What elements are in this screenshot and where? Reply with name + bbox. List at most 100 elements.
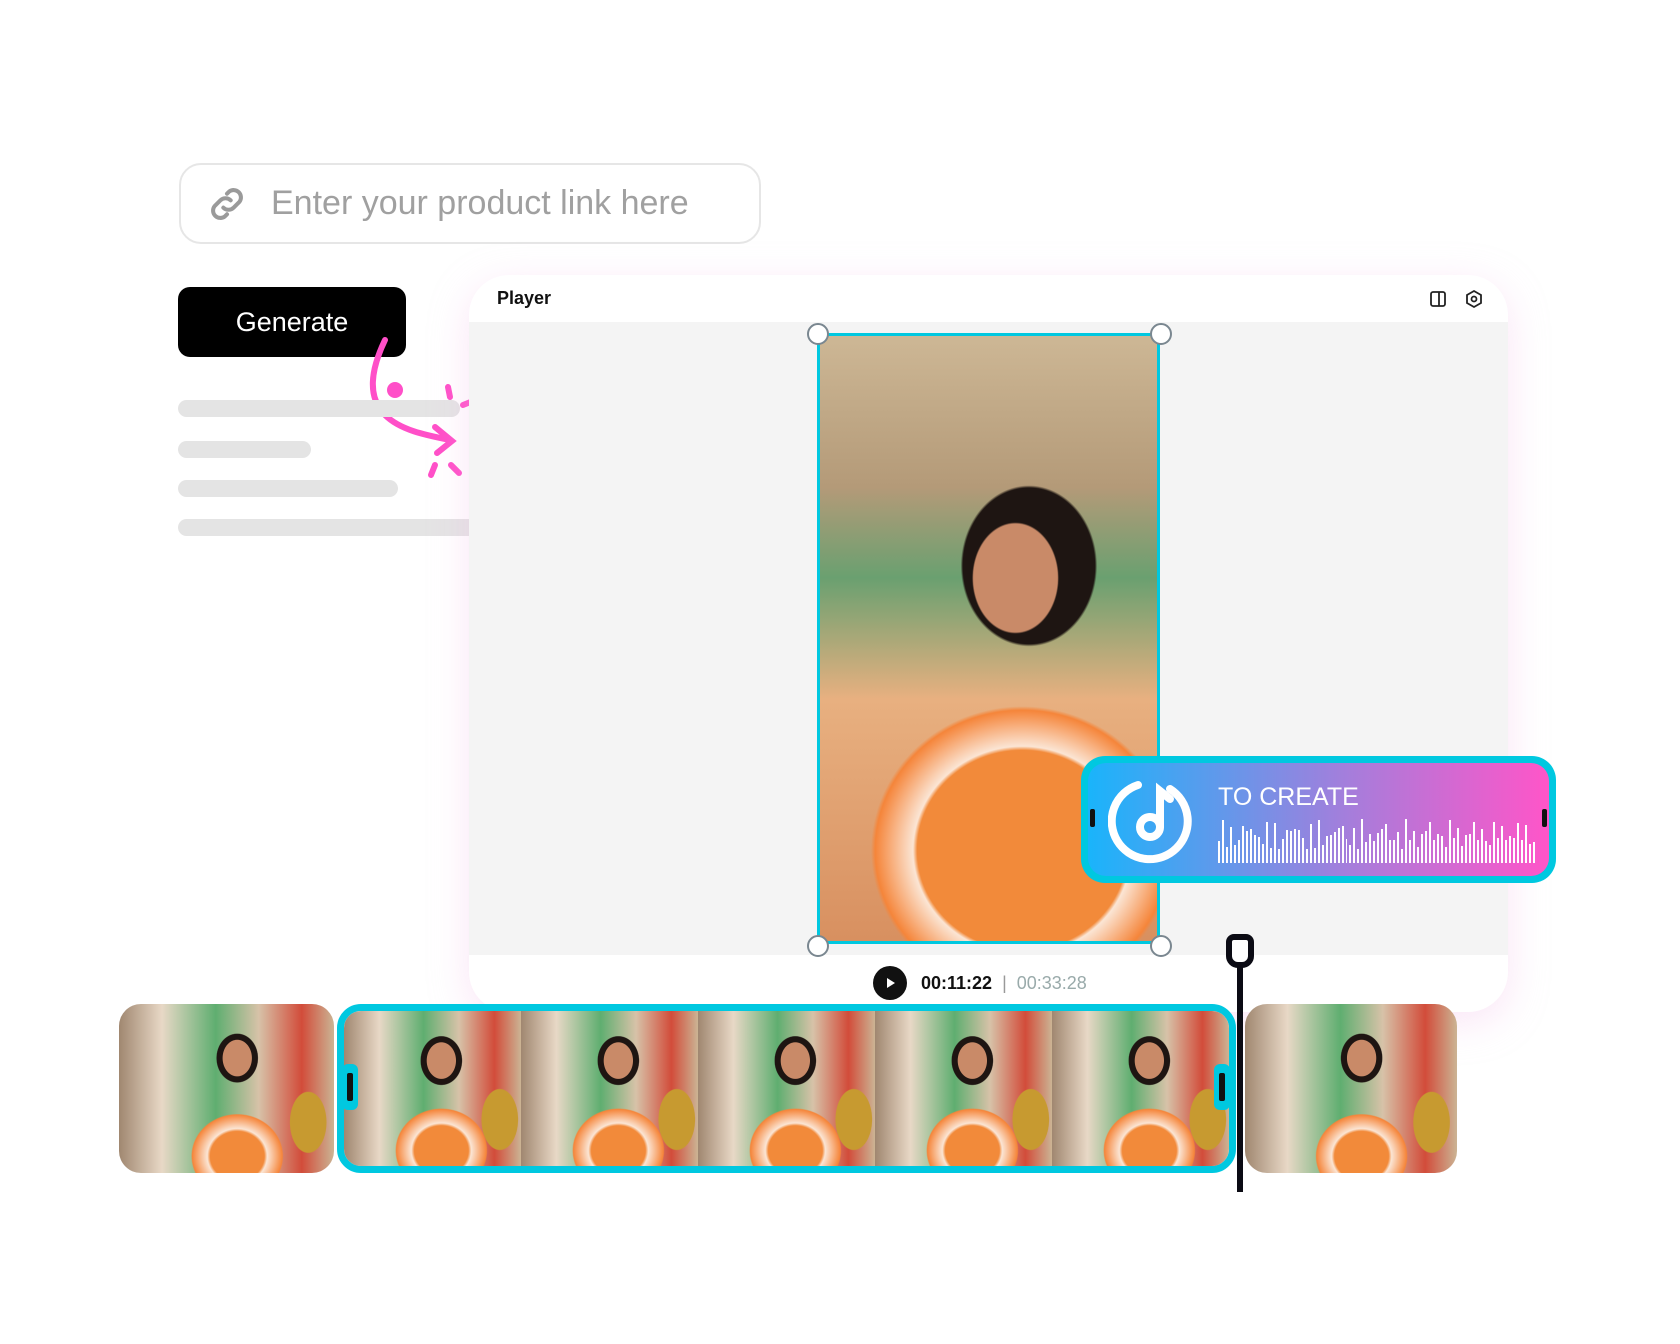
resize-handle-bottom-left[interactable] (807, 935, 829, 957)
skeleton-line (178, 519, 478, 536)
waveform-bar (1484, 840, 1487, 863)
waveform-bar (1273, 822, 1276, 863)
waveform-bar (1492, 822, 1495, 863)
waveform-bar (1496, 837, 1499, 863)
waveform-bar (1457, 828, 1460, 863)
waveform-bar (1445, 847, 1448, 863)
audio-clip-title: TO CREATE (1218, 783, 1359, 811)
waveform-bar (1453, 838, 1456, 863)
waveform-bar (1417, 846, 1420, 863)
waveform-bar (1245, 831, 1248, 863)
waveform-bar (1469, 834, 1471, 863)
play-button[interactable] (873, 966, 907, 1000)
waveform-bar (1381, 829, 1384, 863)
waveform-bar (1357, 848, 1360, 863)
product-link-input-box[interactable] (179, 163, 761, 244)
waveform-bar (1385, 823, 1388, 863)
waveform-bar (1413, 830, 1416, 863)
player-title: Player (497, 288, 552, 308)
waveform-bar (1508, 835, 1511, 863)
time-separator: | (1002, 972, 1007, 993)
waveform-bar (1512, 838, 1515, 863)
waveform-bar (1401, 849, 1404, 863)
waveform-bar (1500, 826, 1503, 863)
skeleton-line (178, 441, 311, 458)
waveform-bar (1409, 839, 1412, 863)
waveform-bar (1425, 831, 1428, 863)
timeline-clip-right[interactable] (1245, 1004, 1457, 1173)
waveform-bar (1365, 842, 1368, 863)
waveform-bar (1325, 836, 1328, 863)
timeline-clip-left[interactable] (119, 1004, 334, 1173)
waveform-bar (1341, 826, 1344, 863)
waveform-bar (1269, 847, 1272, 863)
waveform-bar (1277, 849, 1280, 863)
skeleton-line (178, 400, 460, 417)
waveform-bar (1289, 831, 1292, 863)
waveform-bar (1421, 834, 1424, 863)
waveform-bar (1393, 839, 1396, 863)
playhead-handle[interactable] (1226, 934, 1254, 968)
waveform-bar (1293, 828, 1296, 863)
resize-handle-top-right[interactable] (1150, 323, 1172, 345)
waveform-bar (1437, 834, 1440, 863)
waveform-bar (1281, 838, 1284, 863)
waveform-bar (1504, 840, 1507, 863)
waveform-bar (1520, 840, 1523, 863)
waveform-bar (1301, 838, 1304, 863)
timeline-clip-selected[interactable] (337, 1004, 1236, 1173)
music-note-icon (1108, 781, 1192, 864)
waveform-bar (1337, 828, 1340, 863)
play-icon (887, 978, 895, 988)
audio-waveform (1218, 818, 1535, 863)
settings-hexagon-icon[interactable] (1464, 289, 1484, 309)
waveform-bar (1377, 833, 1380, 863)
waveform-bar (1373, 840, 1376, 863)
waveform-bar (1433, 840, 1436, 863)
waveform-bar (1532, 842, 1535, 863)
waveform-bar (1317, 820, 1320, 863)
waveform-bar (1449, 819, 1452, 863)
split-view-icon[interactable] (1428, 289, 1448, 309)
waveform-bar (1329, 835, 1332, 863)
waveform-bar (1265, 821, 1268, 863)
waveform-bar (1313, 848, 1316, 863)
current-time: 00:11:22 (921, 972, 993, 993)
playback-controls: 00:11:22 | 00:33:28 (873, 966, 1087, 1000)
resize-handle-bottom-right[interactable] (1150, 935, 1172, 957)
waveform-bar (1465, 835, 1468, 863)
playhead[interactable] (1237, 946, 1243, 1192)
resize-handle-top-left[interactable] (807, 323, 829, 345)
total-time: 00:33:28 (1016, 972, 1087, 993)
waveform-bar (1257, 836, 1260, 863)
waveform-bar (1516, 823, 1519, 863)
waveform-bar (1218, 840, 1220, 863)
audio-trim-handle-left[interactable] (1090, 809, 1095, 827)
audio-clip[interactable]: TO CREATE (1081, 756, 1556, 883)
waveform-bar (1405, 818, 1408, 863)
waveform-bar (1225, 847, 1228, 863)
waveform-bar (1353, 827, 1356, 863)
waveform-bar (1229, 826, 1232, 863)
waveform-bar (1233, 845, 1236, 863)
waveform-bar (1480, 829, 1483, 863)
waveform-bar (1397, 832, 1400, 863)
waveform-bar (1461, 846, 1464, 863)
waveform-bar (1429, 822, 1432, 863)
waveform-bar (1305, 848, 1308, 863)
waveform-bar (1441, 836, 1444, 863)
clip-trim-handle-left[interactable] (342, 1064, 358, 1110)
waveform-bar (1297, 830, 1300, 863)
clip-trim-handle-right[interactable] (1214, 1064, 1230, 1110)
waveform-bar (1369, 833, 1372, 863)
waveform-bar (1361, 818, 1364, 863)
waveform-bar (1476, 840, 1479, 863)
waveform-bar (1524, 824, 1527, 863)
waveform-bar (1528, 844, 1531, 863)
waveform-bar (1261, 844, 1264, 863)
waveform-bar (1349, 844, 1352, 863)
waveform-bar (1249, 829, 1252, 863)
product-link-input[interactable] (271, 184, 731, 223)
waveform-bar (1389, 839, 1392, 863)
audio-trim-handle-right[interactable] (1542, 809, 1547, 827)
